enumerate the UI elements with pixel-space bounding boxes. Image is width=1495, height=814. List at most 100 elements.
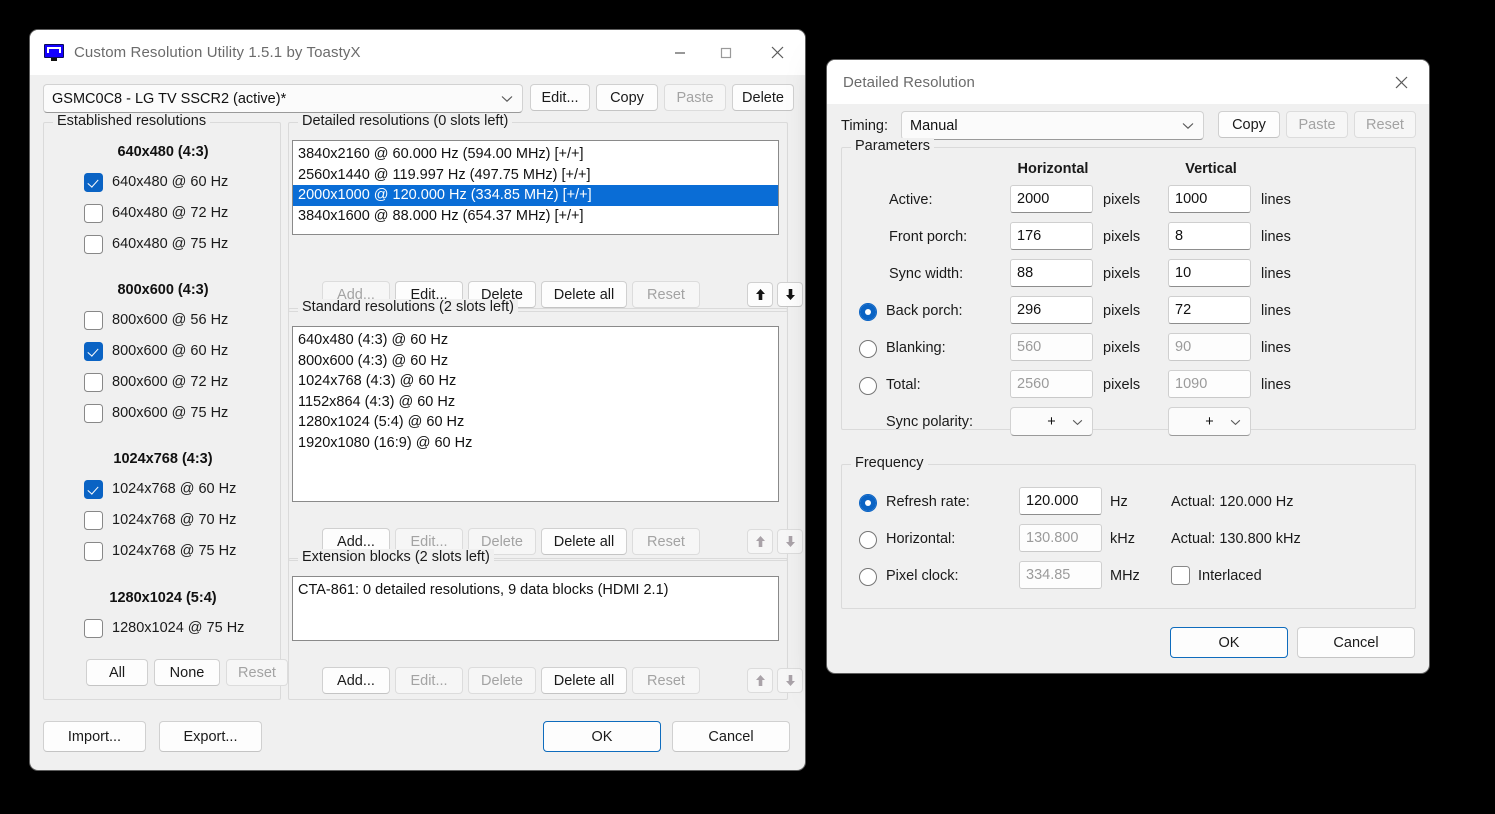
blanking-horizontal-input[interactable]: 560 (1010, 333, 1093, 361)
interlaced-row[interactable]: Interlaced (1171, 566, 1262, 585)
select-all-button[interactable]: All (86, 659, 148, 686)
checkbox[interactable] (84, 310, 103, 330)
interlaced-checkbox[interactable] (1171, 566, 1190, 585)
delete-all-standard-button[interactable]: Delete all (541, 528, 627, 555)
dialog-cancel-button[interactable]: Cancel (1297, 627, 1415, 658)
active-vertical-input[interactable]: 1000 (1168, 185, 1251, 213)
copy-timing-button[interactable]: Copy (1218, 111, 1280, 138)
total-vertical-input[interactable]: 1090 (1168, 370, 1251, 398)
horizontal-frequency-label: Horizontal: (886, 531, 956, 547)
sync-width-horizontal-input[interactable]: 88 (1010, 259, 1093, 287)
close-icon[interactable] (749, 30, 805, 75)
minimize-icon[interactable] (657, 30, 703, 75)
established-checkbox-row[interactable]: 1280x1024 @ 75 Hz (84, 617, 244, 639)
checkbox[interactable] (84, 541, 103, 561)
sync-width-vertical-input[interactable]: 10 (1168, 259, 1251, 287)
display-select[interactable]: GSMC0C8 - LG TV SSCR2 (active)* (43, 84, 523, 113)
checkbox[interactable] (84, 510, 103, 530)
list-item[interactable]: 640x480 (4:3) @ 60 Hz (293, 330, 778, 351)
refresh-rate-radio[interactable] (859, 494, 877, 512)
established-checkbox-row[interactable]: 1024x768 @ 70 Hz (84, 509, 236, 531)
arrow-up-icon[interactable] (747, 282, 773, 307)
established-checkbox-row[interactable]: 800x600 @ 72 Hz (84, 371, 228, 393)
paste-timing-button: Paste (1286, 111, 1348, 138)
detailed-resolutions-list[interactable]: 3840x2160 @ 60.000 Hz (594.00 MHz) [+/+]… (292, 140, 779, 235)
timing-select[interactable]: Manual (901, 111, 1204, 140)
delete-all-extension-button[interactable]: Delete all (541, 667, 627, 694)
established-checkbox-row[interactable]: 640x480 @ 75 Hz (84, 233, 228, 255)
list-item[interactable]: 800x600 (4:3) @ 60 Hz (293, 351, 778, 372)
established-checkbox-row[interactable]: 1024x768 @ 75 Hz (84, 540, 236, 562)
back-porch-radio[interactable] (859, 303, 877, 321)
dialog-ok-button[interactable]: OK (1170, 627, 1288, 658)
established-checkbox-row[interactable]: 1024x768 @ 60 Hz (84, 478, 236, 500)
select-none-button[interactable]: None (154, 659, 220, 686)
list-item[interactable]: CTA-861: 0 detailed resolutions, 9 data … (293, 580, 778, 601)
standard-resolutions-list[interactable]: 640x480 (4:3) @ 60 Hz 800x600 (4:3) @ 60… (292, 326, 779, 502)
established-checkbox-row[interactable]: 800x600 @ 60 Hz (84, 340, 228, 362)
checkbox[interactable] (84, 618, 103, 638)
list-item[interactable]: 1920x1080 (16:9) @ 60 Hz (293, 433, 778, 454)
total-horizontal-input[interactable]: 2560 (1010, 370, 1093, 398)
arrow-down-icon (777, 668, 803, 693)
front-porch-vertical-input[interactable]: 8 (1168, 222, 1251, 250)
established-checkbox-row[interactable]: 640x480 @ 60 Hz (84, 171, 228, 193)
active-horizontal-input[interactable]: 2000 (1010, 185, 1093, 213)
reset-detailed-button: Reset (632, 281, 700, 308)
unit-lines: lines (1261, 266, 1291, 282)
unit-lines: lines (1261, 377, 1291, 393)
established-group-title: 640x480 (4:3) (117, 144, 209, 160)
unit-pixels: pixels (1103, 229, 1141, 245)
list-item[interactable]: 3840x2160 @ 60.000 Hz (594.00 MHz) [+/+] (293, 144, 778, 165)
list-item[interactable]: 3840x1600 @ 88.000 Hz (654.37 MHz) [+/+] (293, 206, 778, 227)
horizontal-frequency-input[interactable]: 130.800 (1019, 524, 1102, 552)
export-button[interactable]: Export... (159, 721, 262, 752)
checkbox[interactable] (84, 479, 103, 499)
sync-polarity-horizontal-select[interactable]: + (1010, 407, 1093, 436)
extension-legend: Extension blocks (2 slots left) (298, 549, 494, 565)
checkbox[interactable] (84, 341, 103, 361)
front-porch-horizontal-input[interactable]: 176 (1010, 222, 1093, 250)
established-checkbox-row[interactable]: 800x600 @ 75 Hz (84, 402, 228, 424)
copy-display-button[interactable]: Copy (596, 84, 658, 111)
add-extension-button[interactable]: Add... (322, 667, 390, 694)
blanking-vertical-input[interactable]: 90 (1168, 333, 1251, 361)
checkbox[interactable] (84, 234, 103, 254)
checkbox[interactable] (84, 372, 103, 392)
import-button[interactable]: Import... (43, 721, 146, 752)
refresh-rate-input[interactable]: 120.000 (1019, 487, 1102, 515)
detailed-resolutions-group: Detailed resolutions (0 slots left) 3840… (288, 113, 803, 312)
list-item[interactable]: 1280x1024 (5:4) @ 60 Hz (293, 412, 778, 433)
checkbox[interactable] (84, 172, 103, 192)
horizontal-frequency-actual: Actual: 130.800 kHz (1171, 531, 1301, 547)
dialog-title: Detailed Resolution (843, 73, 975, 91)
extension-blocks-list[interactable]: CTA-861: 0 detailed resolutions, 9 data … (292, 576, 779, 641)
checkbox[interactable] (84, 203, 103, 223)
established-checkbox-row[interactable]: 800x600 @ 56 Hz (84, 309, 228, 331)
list-item[interactable]: 1152x864 (4:3) @ 60 Hz (293, 392, 778, 413)
arrow-down-icon[interactable] (777, 282, 803, 307)
delete-all-detailed-button[interactable]: Delete all (541, 281, 627, 308)
checkbox[interactable] (84, 403, 103, 423)
total-radio[interactable] (859, 377, 877, 395)
pixel-clock-input[interactable]: 334.85 (1019, 561, 1102, 589)
established-checkbox-row[interactable]: 640x480 @ 72 Hz (84, 202, 228, 224)
close-icon[interactable] (1373, 60, 1429, 104)
list-item[interactable]: 2560x1440 @ 119.997 Hz (497.75 MHz) [+/+… (293, 165, 778, 186)
list-item-selected[interactable]: 2000x1000 @ 120.000 Hz (334.85 MHz) [+/+… (293, 185, 778, 206)
maximize-icon[interactable] (703, 30, 749, 75)
delete-display-button[interactable]: Delete (732, 84, 794, 111)
reset-extension-button: Reset (632, 667, 700, 694)
ok-button[interactable]: OK (543, 721, 661, 752)
pixel-clock-radio[interactable] (859, 568, 877, 586)
list-item[interactable]: 1024x768 (4:3) @ 60 Hz (293, 371, 778, 392)
front-porch-label: Front porch: (889, 229, 968, 245)
unit-lines: lines (1261, 229, 1291, 245)
sync-polarity-vertical-select[interactable]: + (1168, 407, 1251, 436)
cancel-button[interactable]: Cancel (672, 721, 790, 752)
edit-display-button[interactable]: Edit... (530, 84, 590, 111)
horizontal-frequency-radio[interactable] (859, 531, 877, 549)
back-porch-horizontal-input[interactable]: 296 (1010, 296, 1093, 324)
back-porch-vertical-input[interactable]: 72 (1168, 296, 1251, 324)
blanking-radio[interactable] (859, 340, 877, 358)
